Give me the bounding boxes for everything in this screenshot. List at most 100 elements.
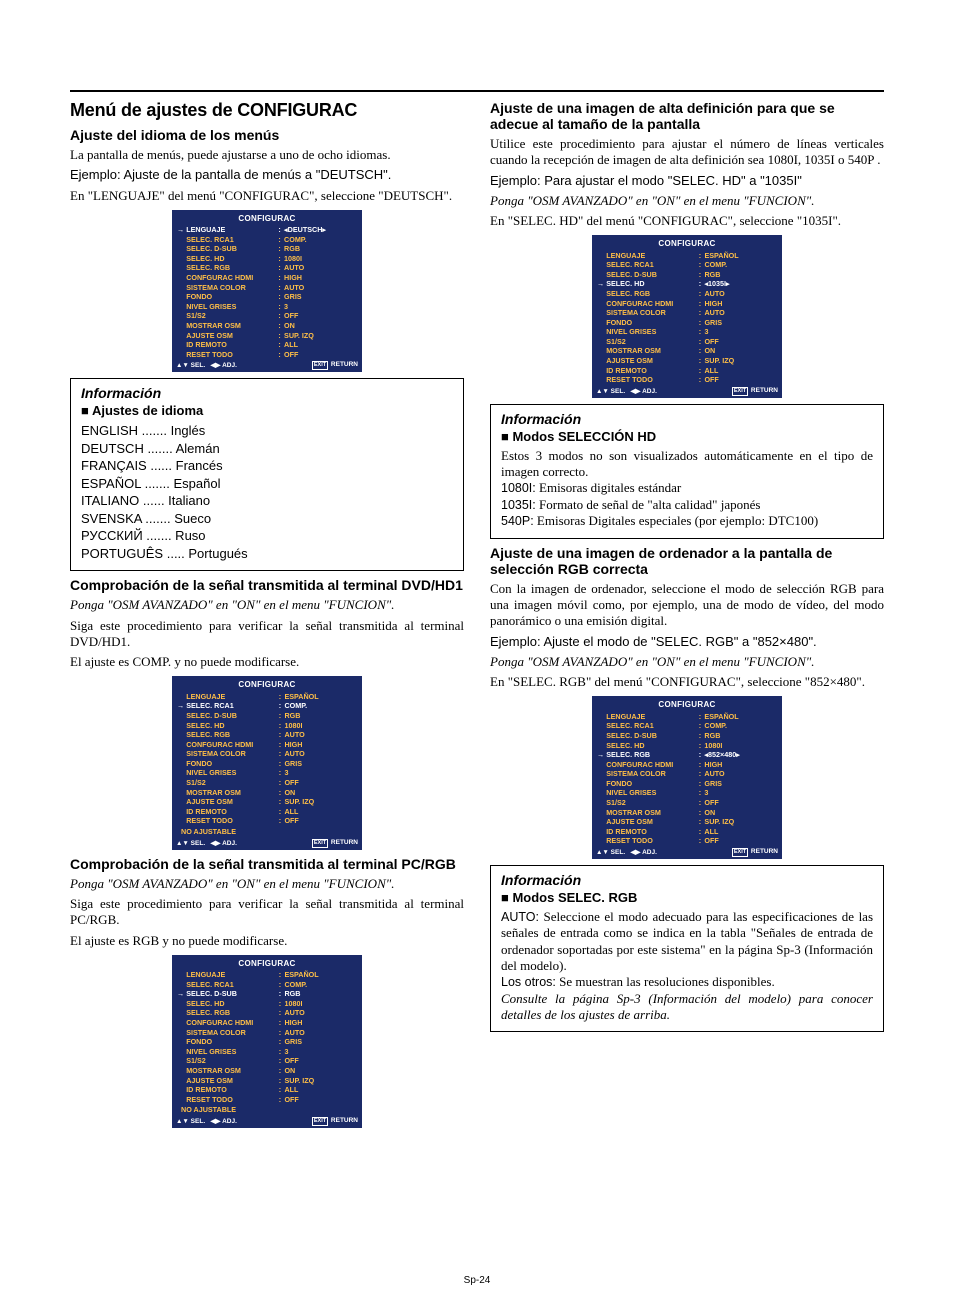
- hd-540p-text: Emisoras Digitales especiales (por ejemp…: [537, 513, 818, 528]
- osd-footer: ▲▼ SEL. ◀▶ ADJ.EXIT RETURN: [176, 359, 358, 370]
- rgb-note: Consulte la página Sp-3 (Información del…: [501, 991, 873, 1022]
- osd-row: AJUSTE OSM:SUP. IZQ: [596, 356, 778, 366]
- osd-dvd: CONFIGURACLENGUAJE:ESPAÑOL→SELEC. RCA1:C…: [70, 676, 464, 849]
- osd-row: RESET TODO:OFF: [176, 1094, 358, 1104]
- osd-row: SELEC. RCA1:COMP.: [176, 979, 358, 989]
- osd-row: FONDO:GRIS: [596, 317, 778, 327]
- osd-footer: ▲▼ SEL. ◀▶ ADJ.EXIT RETURN: [596, 385, 778, 396]
- sec-dvd-p2: El ajuste es COMP. y no puede modificars…: [70, 654, 464, 670]
- osd-row: CONFGURAC HDMI:HIGH: [176, 273, 358, 283]
- osd-title: CONFIGURAC: [176, 678, 358, 691]
- sec-rgbsel-heading: Ajuste de una imagen de ordenador a la p…: [490, 545, 884, 577]
- osd-row: SELEC. D-SUB:RGB: [176, 711, 358, 721]
- osd-row: SELEC. HD:1080I: [176, 720, 358, 730]
- right-column: Ajuste de una imagen de alta definición …: [490, 100, 884, 1134]
- sec-dvd-hint: Ponga "OSM AVANZADO" en "ON" en el menu …: [70, 597, 464, 613]
- info-rgb-sub: Modos SELEC. RGB: [501, 890, 873, 905]
- osd-row: SISTEMA COLOR:AUTO: [176, 1027, 358, 1037]
- sec-dvd-heading: Comprobación de la señal transmitida al …: [70, 577, 464, 593]
- osd-row: ID REMOTO:ALL: [596, 827, 778, 837]
- osd-hd: CONFIGURACLENGUAJE:ESPAÑOLSELEC. RCA1:CO…: [490, 235, 884, 397]
- osd-row: LENGUAJE:ESPAÑOL: [596, 711, 778, 721]
- osd-row: SELEC. HD:1080I: [176, 999, 358, 1009]
- info-rgb-box: Información Modos SELEC. RGB AUTO: Selec…: [490, 865, 884, 1033]
- sec-lang-heading: Ajuste del idioma de los menús: [70, 127, 464, 143]
- osd-row: FONDO:GRIS: [176, 759, 358, 769]
- osd-row: SISTEMA COLOR:AUTO: [596, 769, 778, 779]
- lang-row: PORTUGUÊS ..... Portugués: [81, 545, 453, 563]
- osd-row: SISTEMA COLOR:AUTO: [596, 308, 778, 318]
- osd-row: FONDO:GRIS: [596, 779, 778, 789]
- lang-list: ENGLISH ....... InglésDEUTSCH ....... Al…: [81, 422, 453, 562]
- osd-row: RESET TODO:OFF: [596, 375, 778, 385]
- osd-row: NIVEL GRISES:3: [596, 788, 778, 798]
- lang-row: ITALIANO ...... Italiano: [81, 492, 453, 510]
- osd-row: SELEC. D-SUB:RGB: [596, 731, 778, 741]
- sec-hd-heading: Ajuste de una imagen de alta definición …: [490, 100, 884, 132]
- osd-title: CONFIGURAC: [596, 237, 778, 250]
- sec-rgbsel-example: Ejemplo: Ajuste el modo de "SELEC. RGB" …: [490, 634, 884, 650]
- osd-row: SELEC. RCA1:COMP.: [176, 234, 358, 244]
- lang-row: ESPAÑOL ....... Español: [81, 475, 453, 493]
- osd-no-adjustable: NO AJUSTABLE: [176, 826, 358, 837]
- osd-no-adjustable: NO AJUSTABLE: [176, 1104, 358, 1115]
- osd-row: →SELEC. D-SUB:RGB: [176, 989, 358, 999]
- osd-row: S1/S2:OFF: [596, 337, 778, 347]
- osd-row: RESET TODO:OFF: [596, 836, 778, 846]
- hd-540p-label: 540P:: [501, 514, 534, 528]
- sec-hd-p1: Utilice este procedimiento para ajustar …: [490, 136, 884, 169]
- osd-row: S1/S2:OFF: [176, 311, 358, 321]
- osd-footer: ▲▼ SEL. ◀▶ ADJ.EXIT RETURN: [176, 1115, 358, 1126]
- sec-hd-example: Ejemplo: Para ajustar el modo "SELEC. HD…: [490, 173, 884, 189]
- info-lang-box: Información Ajustes de idioma ENGLISH ..…: [70, 378, 464, 571]
- info-hd-sub: Modos SELECCIÓN HD: [501, 429, 873, 444]
- osd-row: →SELEC. RGB:◂852×480▸: [596, 750, 778, 760]
- hd-1080i-text: Emisoras digitales estándar: [539, 480, 681, 495]
- osd-row: CONFGURAC HDMI:HIGH: [596, 298, 778, 308]
- lang-row: SVENSKA ....... Sueco: [81, 510, 453, 528]
- sec-pcrgb-heading: Comprobación de la señal transmitida al …: [70, 856, 464, 872]
- osd-row: FONDO:GRIS: [176, 1037, 358, 1047]
- osd-row: NIVEL GRISES:3: [176, 768, 358, 778]
- osd-footer: ▲▼ SEL. ◀▶ ADJ.EXIT RETURN: [596, 846, 778, 857]
- osd-row: SELEC. RGB:AUTO: [596, 289, 778, 299]
- osd-row: MOSTRAR OSM:ON: [176, 321, 358, 331]
- osd-row: SELEC. D-SUB:RGB: [176, 244, 358, 254]
- osd-row: AJUSTE OSM:SUP. IZQ: [176, 1075, 358, 1085]
- sec-lang-intro: La pantalla de menús, puede ajustarse a …: [70, 147, 464, 163]
- osd-row: CONFGURAC HDMI:HIGH: [176, 739, 358, 749]
- sec-hd-hint: Ponga "OSM AVANZADO" en "ON" en el menu …: [490, 193, 884, 209]
- osd-lang: CONFIGURAC→LENGUAJE:◂DEUTSCH▸SELEC. RCA1…: [70, 210, 464, 372]
- lang-row: DEUTSCH ....... Alemán: [81, 440, 453, 458]
- osd-row: →LENGUAJE:◂DEUTSCH▸: [176, 225, 358, 235]
- osd-row: S1/S2:OFF: [596, 798, 778, 808]
- osd-row: →SELEC. RCA1:COMP.: [176, 701, 358, 711]
- osd-row: MOSTRAR OSM:ON: [596, 346, 778, 356]
- osd-row: ID REMOTO:ALL: [176, 1085, 358, 1095]
- osd-row: SELEC. RGB:AUTO: [176, 1008, 358, 1018]
- osd-row: LENGUAJE:ESPAÑOL: [176, 970, 358, 980]
- info-lang-title: Información: [81, 385, 453, 401]
- sec-dvd-p1: Siga este procedimiento para verificar l…: [70, 618, 464, 651]
- sec-rgbsel-hint: Ponga "OSM AVANZADO" en "ON" en el menu …: [490, 654, 884, 670]
- rgb-auto-label: AUTO:: [501, 910, 539, 924]
- osd-row: SELEC. D-SUB:RGB: [596, 269, 778, 279]
- sec-rgbsel-p2: En "SELEC. RGB" del menú "CONFIGURAC", s…: [490, 674, 884, 690]
- osd-row: SELEC. RCA1:COMP.: [596, 721, 778, 731]
- sec-pcrgb-p1: Siga este procedimiento para verificar l…: [70, 896, 464, 929]
- osd-row: ID REMOTO:ALL: [176, 807, 358, 817]
- osd-row: NIVEL GRISES:3: [176, 302, 358, 312]
- lang-row: FRANÇAIS ...... Francés: [81, 457, 453, 475]
- osd-row: AJUSTE OSM:SUP. IZQ: [176, 330, 358, 340]
- sec-lang-instruction: En "LENGUAJE" del menú "CONFIGURAC", sel…: [70, 188, 464, 204]
- info-hd-box: Información Modos SELECCIÓN HD Estos 3 m…: [490, 404, 884, 539]
- page-number: Sp-24: [464, 1275, 491, 1286]
- osd-row: SELEC. RGB:AUTO: [176, 263, 358, 273]
- osd-row: MOSTRAR OSM:ON: [176, 787, 358, 797]
- osd-row: SISTEMA COLOR:AUTO: [176, 749, 358, 759]
- osd-footer: ▲▼ SEL. ◀▶ ADJ.EXIT RETURN: [176, 837, 358, 848]
- osd-row: AJUSTE OSM:SUP. IZQ: [596, 817, 778, 827]
- left-column: Menú de ajustes de CONFIGURAC Ajuste del…: [70, 100, 464, 1134]
- info-hd-title: Información: [501, 411, 873, 427]
- hd-1035i-text: Formato de señal de "alta calidad" japon…: [539, 497, 760, 512]
